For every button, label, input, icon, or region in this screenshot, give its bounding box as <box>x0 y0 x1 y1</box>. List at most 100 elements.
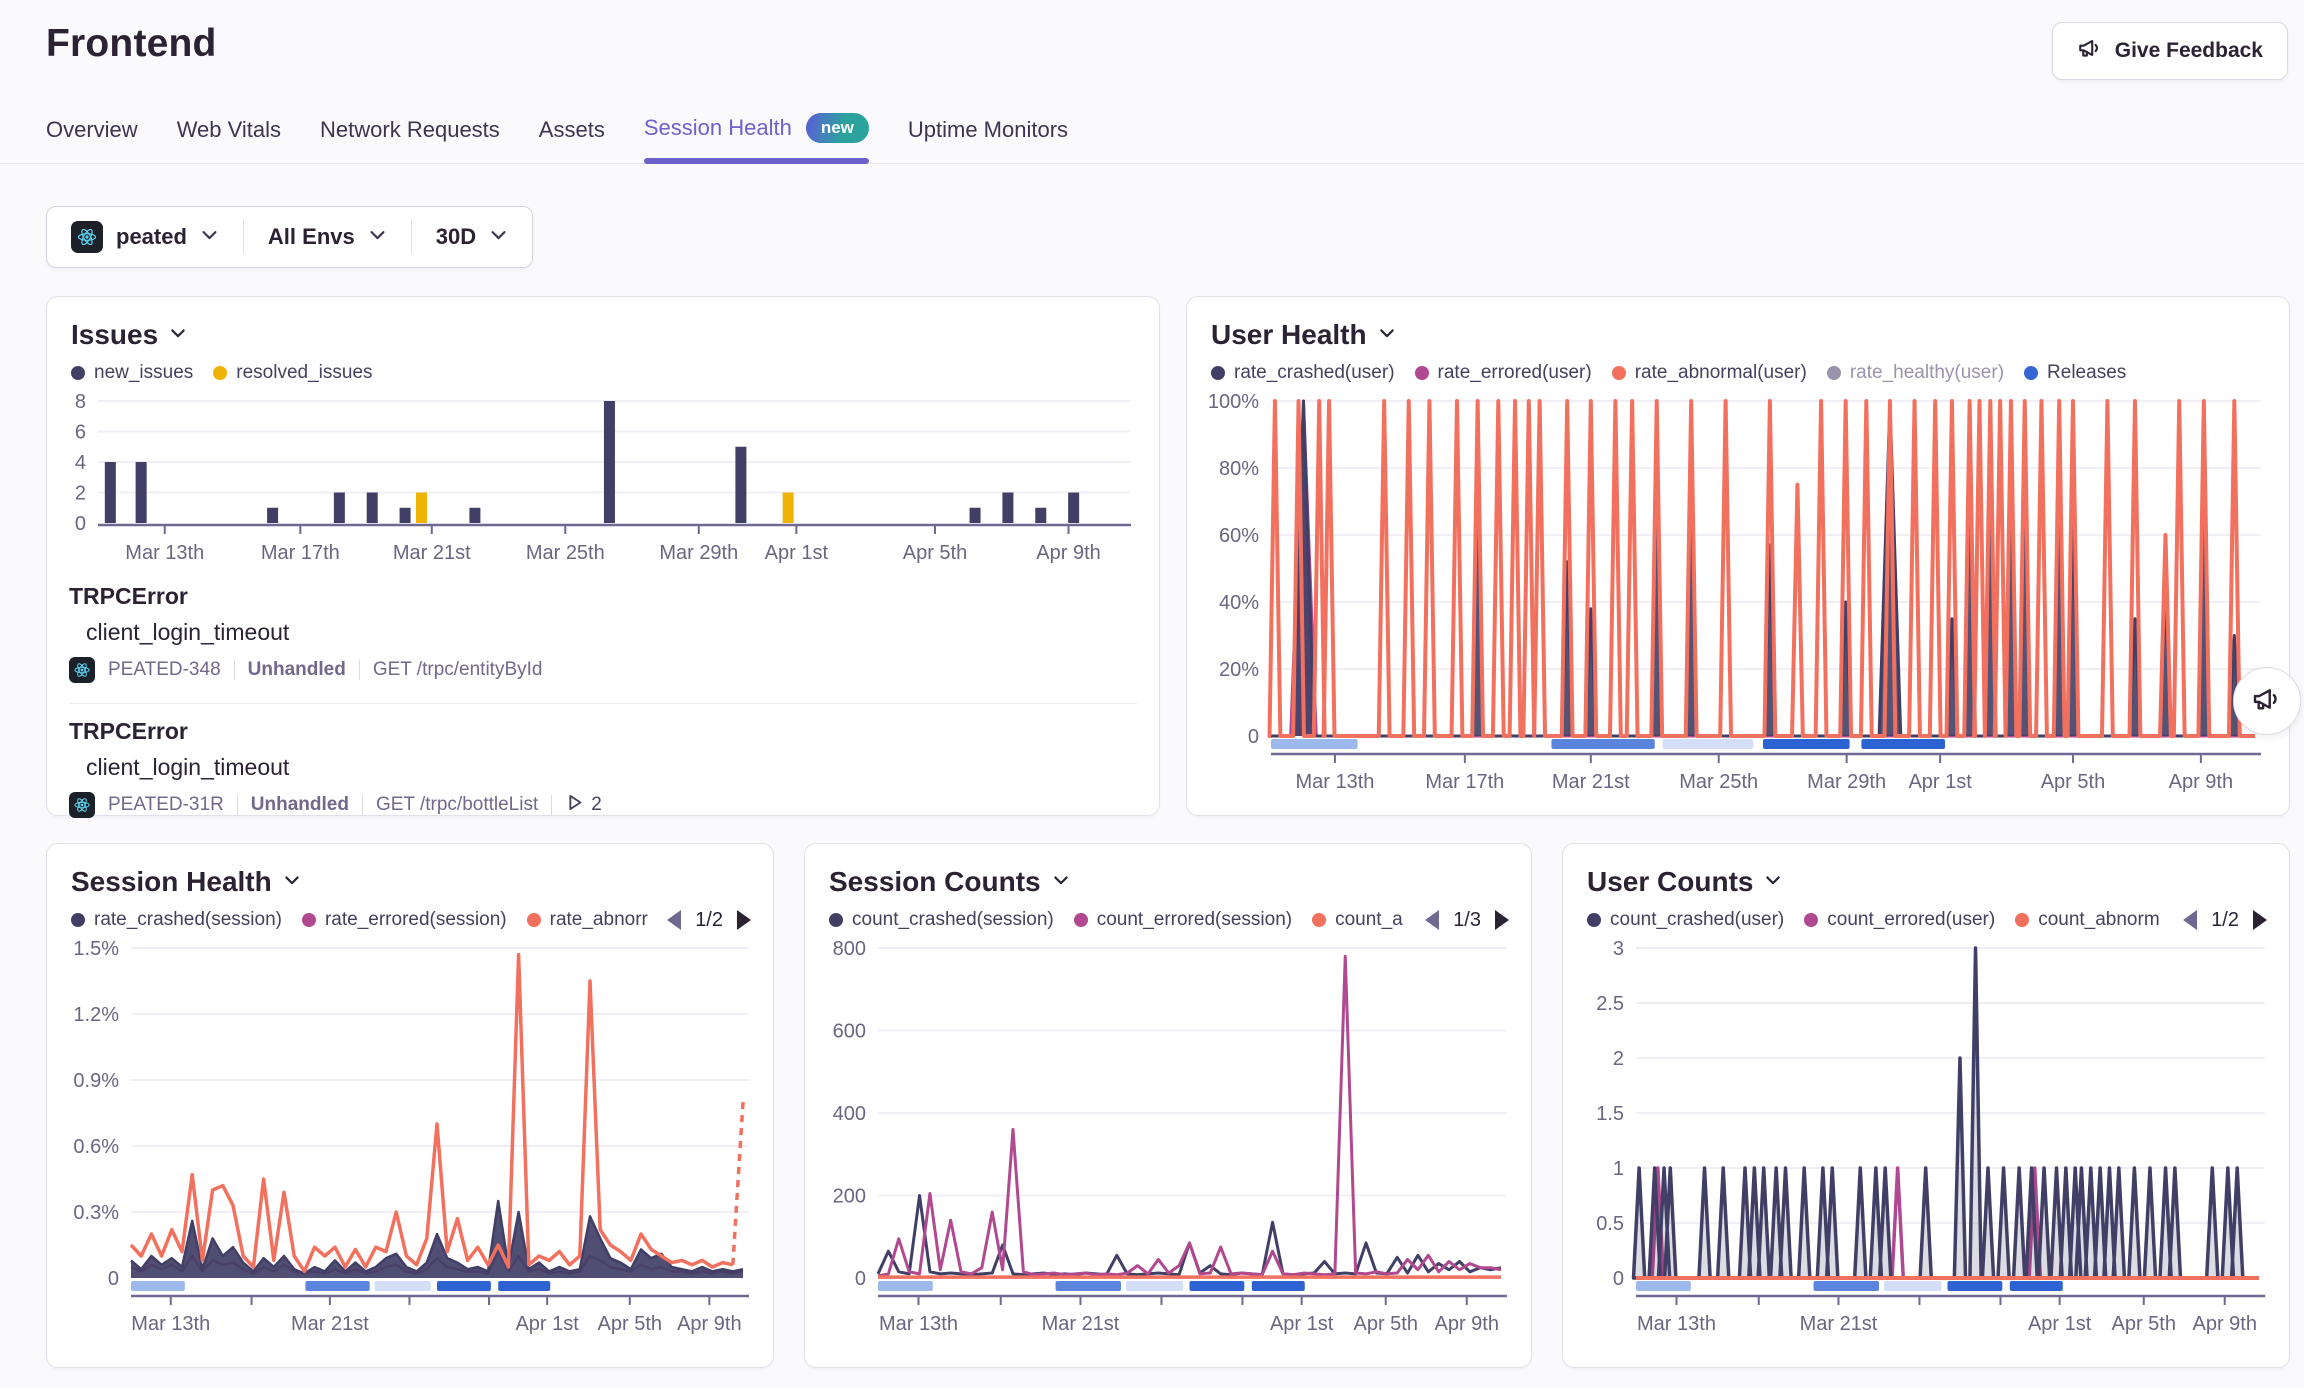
meta-separator <box>362 795 363 815</box>
date-range-selector[interactable]: 30D <box>412 207 532 267</box>
svg-text:Apr 9th: Apr 9th <box>1036 542 1100 564</box>
svg-text:0.9%: 0.9% <box>73 1070 119 1092</box>
svg-text:Apr 9th: Apr 9th <box>677 1313 741 1335</box>
series-dot <box>302 913 316 927</box>
svg-text:2: 2 <box>1613 1048 1624 1070</box>
user-counts-chart[interactable]: 00.511.522.53Mar 13thMar 21stApr 1stApr … <box>1585 940 2269 1340</box>
legend-count-crashed-user[interactable]: count_crashed(user) <box>1587 909 1784 931</box>
chevron-down-icon <box>489 224 508 250</box>
series-dot <box>1415 366 1429 380</box>
legend-rate-abnormal-user[interactable]: rate_abnormal(user) <box>1612 362 1807 384</box>
svg-text:Mar 21st: Mar 21st <box>291 1313 369 1335</box>
session-health-chart[interactable]: 00.3%0.6%0.9%1.2%1.5%Mar 13thMar 21stApr… <box>69 940 753 1340</box>
svg-text:Apr 5th: Apr 5th <box>2112 1313 2176 1335</box>
user-counts-panel: User Counts count_crashed(user) count_er… <box>1562 843 2290 1368</box>
pager-next-button[interactable] <box>2253 910 2267 930</box>
svg-text:200: 200 <box>833 1186 866 1208</box>
series-dot <box>1612 366 1626 380</box>
issue-type: TRPCError <box>69 583 1137 610</box>
session-health-panel-title: Session Health <box>71 866 272 898</box>
pager-prev-button[interactable] <box>1425 910 1439 930</box>
legend-rate-abnormal-session[interactable]: rate_abnorr <box>527 909 648 931</box>
svg-text:Apr 9th: Apr 9th <box>2192 1313 2256 1335</box>
svg-text:40%: 40% <box>1219 592 1259 614</box>
series-dot <box>1074 913 1088 927</box>
pager-next-button[interactable] <box>1495 910 1509 930</box>
legend-rate-healthy-user[interactable]: rate_healthy(user) <box>1827 362 2004 384</box>
svg-text:Apr 5th: Apr 5th <box>1354 1313 1418 1335</box>
series-dot <box>1827 366 1841 380</box>
legend-pager: 1/2 <box>657 909 751 932</box>
svg-text:60%: 60% <box>1219 525 1259 547</box>
svg-text:1.5%: 1.5% <box>73 940 119 960</box>
tab-session-health[interactable]: Session Health new <box>644 113 869 163</box>
issue-meta: PEATED-348 Unhandled GET /trpc/entityByI… <box>69 657 1137 683</box>
svg-text:20%: 20% <box>1219 659 1259 681</box>
svg-text:0.6%: 0.6% <box>73 1136 119 1158</box>
series-dot <box>213 366 227 380</box>
tab-uptime-monitors[interactable]: Uptime Monitors <box>908 117 1068 163</box>
tab-assets[interactable]: Assets <box>539 117 605 163</box>
legend-rate-crashed-session[interactable]: rate_crashed(session) <box>71 909 282 931</box>
issue-row[interactable]: TRPCError client_login_timeout <box>69 718 1137 818</box>
tab-overview[interactable]: Overview <box>46 117 138 163</box>
issues-panel: Issues new_issues resolved_issues <box>46 296 1160 816</box>
legend-pager: 1/3 <box>1415 909 1509 932</box>
svg-text:Apr 5th: Apr 5th <box>2041 771 2105 793</box>
give-feedback-button[interactable]: Give Feedback <box>2052 22 2288 80</box>
svg-text:Mar 21st: Mar 21st <box>1552 771 1630 793</box>
legend-rate-errored-session[interactable]: rate_errored(session) <box>302 909 507 931</box>
session-counts-panel-dropdown[interactable]: Session Counts <box>829 866 1509 898</box>
svg-text:100%: 100% <box>1209 393 1259 413</box>
pager-next-button[interactable] <box>737 910 751 930</box>
legend-rate-crashed-user[interactable]: rate_crashed(user) <box>1211 362 1395 384</box>
series-dot <box>1211 366 1225 380</box>
legend-count-errored-user[interactable]: count_errored(user) <box>1804 909 1995 931</box>
pager-prev-button[interactable] <box>2183 910 2197 930</box>
svg-text:Mar 25th: Mar 25th <box>526 542 605 564</box>
issue-transaction: GET /trpc/bottleList <box>376 794 538 816</box>
svg-text:Mar 29th: Mar 29th <box>1807 771 1886 793</box>
issues-panel-dropdown[interactable]: Issues <box>71 319 1137 351</box>
session-health-panel-dropdown[interactable]: Session Health <box>71 866 751 898</box>
tab-web-vitals[interactable]: Web Vitals <box>177 117 281 163</box>
megaphone-icon <box>2077 35 2103 67</box>
series-dot <box>71 913 85 927</box>
user-health-chart[interactable]: 020%40%60%80%100%Mar 13thMar 17thMar 21s… <box>1209 393 2265 798</box>
react-project-icon <box>71 221 103 253</box>
svg-text:Mar 25th: Mar 25th <box>1679 771 1758 793</box>
session-health-legend: rate_crashed(session) rate_errored(sessi… <box>71 904 751 936</box>
svg-text:Apr 1st: Apr 1st <box>1270 1313 1334 1335</box>
session-counts-chart[interactable]: 0200400600800Mar 13thMar 21stApr 1stApr … <box>827 940 1511 1340</box>
floating-feedback-button[interactable] <box>2233 667 2301 735</box>
meta-separator <box>234 660 235 680</box>
environment-selector[interactable]: All Envs <box>244 207 411 267</box>
replay-count[interactable]: 2 <box>565 793 602 818</box>
legend-count-errored-session[interactable]: count_errored(session) <box>1074 909 1292 931</box>
legend-new-issues[interactable]: new_issues <box>71 362 193 384</box>
legend-releases[interactable]: Releases <box>2024 362 2126 384</box>
issues-panel-title: Issues <box>71 319 158 351</box>
chevron-down-icon <box>200 224 219 250</box>
user-counts-panel-dropdown[interactable]: User Counts <box>1587 866 2267 898</box>
megaphone-icon <box>2251 683 2283 720</box>
user-health-panel-dropdown[interactable]: User Health <box>1211 319 2267 351</box>
svg-text:1.5: 1.5 <box>1596 1103 1624 1125</box>
legend-resolved-issues[interactable]: resolved_issues <box>213 362 372 384</box>
pager-label: 1/3 <box>1453 909 1481 932</box>
legend-count-abnormal-session[interactable]: count_a <box>1312 909 1403 931</box>
tab-network-requests[interactable]: Network Requests <box>320 117 500 163</box>
issues-bar-chart[interactable]: 02468Mar 13thMar 17thMar 21stMar 25thMar… <box>69 393 1135 569</box>
project-selector[interactable]: peated <box>47 207 243 267</box>
issue-level-bar <box>69 754 75 781</box>
legend-rate-errored-user[interactable]: rate_errored(user) <box>1415 362 1592 384</box>
pager-prev-button[interactable] <box>667 910 681 930</box>
svg-text:Mar 13th: Mar 13th <box>125 542 204 564</box>
issue-row[interactable]: TRPCError client_login_timeout <box>69 583 1137 683</box>
series-dot <box>2015 913 2029 927</box>
pager-label: 1/2 <box>695 909 723 932</box>
legend-count-abnormal-user[interactable]: count_abnorm <box>2015 909 2159 931</box>
svg-text:0: 0 <box>75 513 86 535</box>
svg-text:0: 0 <box>108 1268 119 1290</box>
legend-count-crashed-session[interactable]: count_crashed(session) <box>829 909 1054 931</box>
